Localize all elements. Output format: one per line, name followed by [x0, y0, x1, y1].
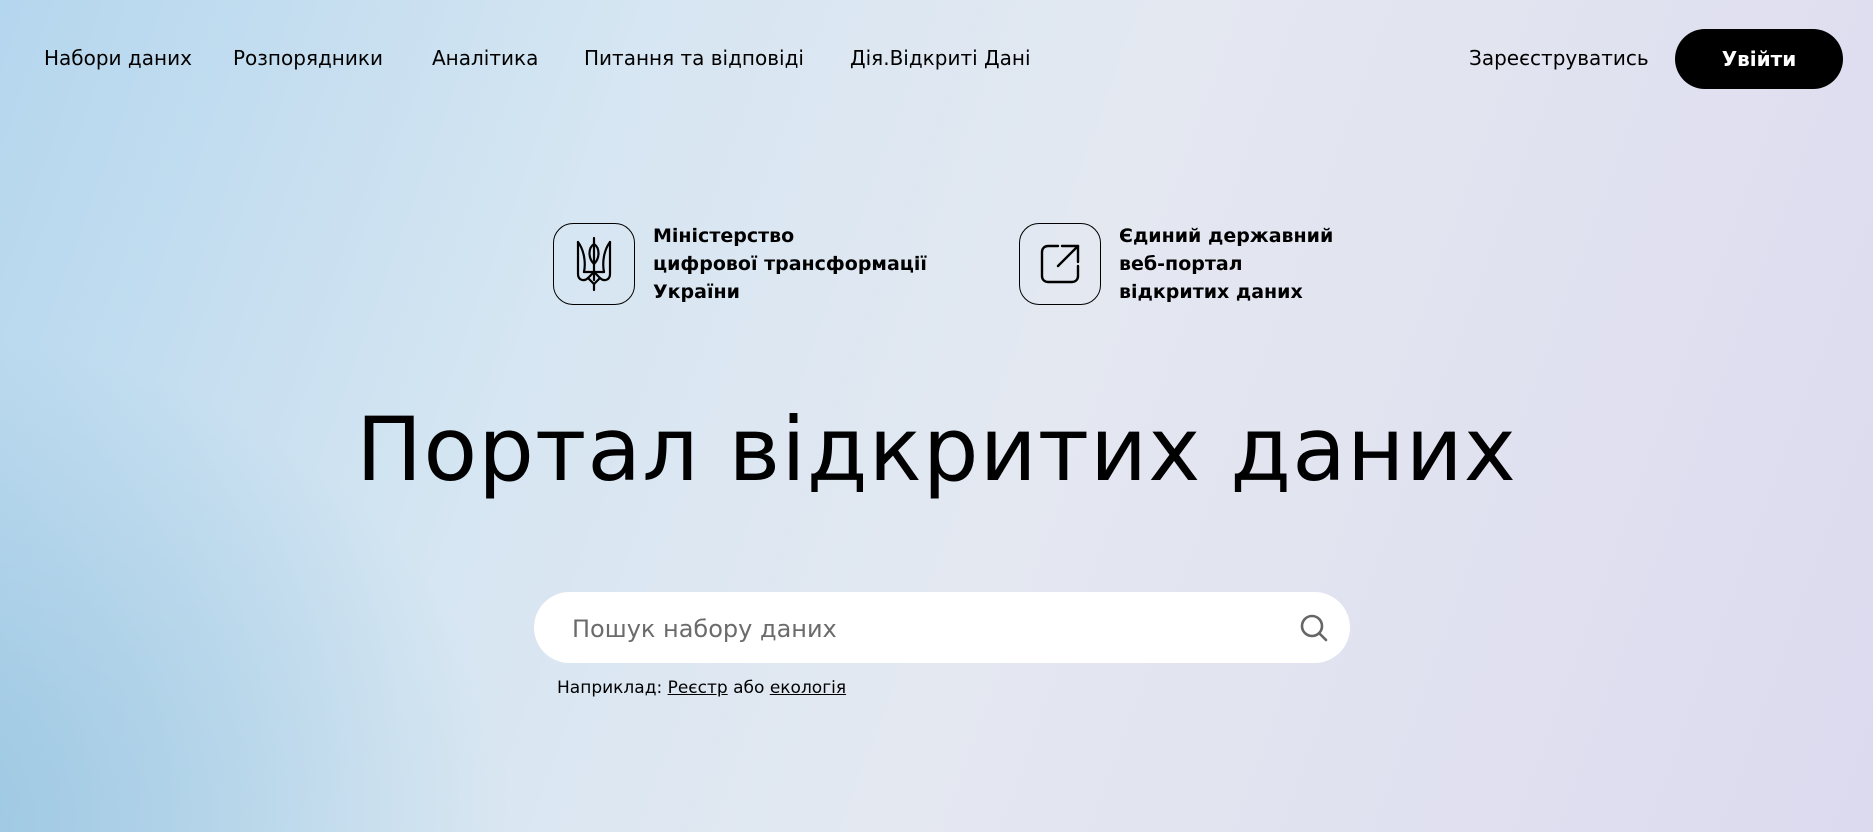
search-input[interactable] — [570, 592, 1274, 665]
partner-ministry-line-1: Міністерство — [653, 225, 795, 247]
partner-ministry-line-2: цифрової трансформації — [653, 253, 927, 275]
search-icon[interactable] — [1298, 612, 1330, 644]
examples-separator: або — [733, 678, 765, 698]
top-navigation: Набори даних Розпорядники Аналітика Пита… — [0, 28, 1873, 90]
page-title: Портал відкритих даних — [356, 398, 1517, 501]
nav-item-diia-open-data[interactable]: Дія.Відкриті Дані — [850, 46, 1031, 70]
search-bar — [534, 592, 1350, 665]
register-link[interactable]: Зареєструватись — [1469, 46, 1649, 70]
partner-portal-link[interactable]: Єдиний державний веб-портал відкритих да… — [1019, 222, 1333, 306]
example-link-registry[interactable]: Реєстр — [668, 678, 728, 698]
partner-ministry-line-3: України — [653, 281, 740, 303]
nav-item-analytics[interactable]: Аналітика — [432, 46, 538, 70]
partner-ministry-link[interactable]: Міністерство цифрової трансформації Укра… — [553, 222, 927, 306]
partner-ministry-text: Міністерство цифрової трансформації Укра… — [653, 222, 927, 306]
examples-prefix: Наприклад: — [557, 678, 663, 698]
nav-item-faq[interactable]: Питання та відповіді — [584, 46, 804, 70]
external-link-icon — [1019, 223, 1101, 305]
trident-coat-of-arms-icon — [553, 223, 635, 305]
partner-portal-line-1: Єдиний державний — [1119, 225, 1334, 247]
search-examples: Наприклад: Реєстр або екологія — [557, 678, 846, 698]
nav-item-publishers[interactable]: Розпорядники — [233, 46, 383, 70]
nav-item-datasets[interactable]: Набори даних — [44, 46, 192, 70]
login-button[interactable]: Увійти — [1675, 29, 1843, 89]
partner-portal-line-2: веб-портал — [1119, 253, 1243, 275]
partner-portal-line-3: відкритих даних — [1119, 281, 1303, 303]
example-link-ecology[interactable]: екологія — [770, 678, 846, 698]
partner-portal-text: Єдиний державний веб-портал відкритих да… — [1119, 222, 1333, 306]
